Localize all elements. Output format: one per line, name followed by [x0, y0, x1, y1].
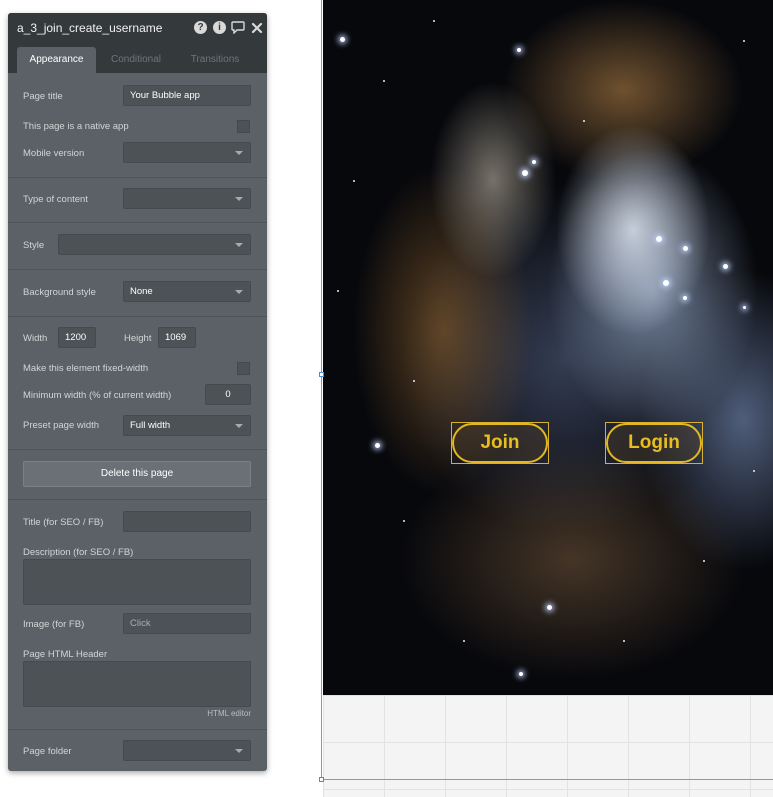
divider [8, 269, 267, 270]
seo-title-input[interactable] [123, 511, 251, 532]
star [583, 120, 585, 122]
type-of-content-label: Type of content [23, 194, 88, 205]
join-button[interactable]: Join [452, 423, 548, 463]
divider [8, 222, 267, 223]
tab-conditional[interactable]: Conditional [98, 47, 174, 73]
min-width-input[interactable]: 0 [205, 384, 251, 405]
fb-image-placeholder: Click [130, 618, 151, 629]
star [683, 246, 688, 251]
seo-description-textarea[interactable] [23, 559, 251, 605]
mobile-version-label: Mobile version [23, 148, 85, 159]
background-style-label: Background style [23, 287, 96, 298]
star [403, 520, 405, 522]
star [413, 380, 415, 382]
star [683, 296, 687, 300]
star [353, 180, 355, 182]
width-label: Width [23, 333, 48, 344]
seo-description-label: Description (for SEO / FB) [23, 547, 134, 558]
panel-title: a_3_join_create_username [17, 21, 163, 35]
fixed-width-label: Make this element fixed-width [23, 363, 149, 374]
star [753, 470, 755, 472]
height-label: Height [124, 333, 152, 344]
background-style-value: None [130, 286, 153, 297]
preset-width-dropdown[interactable]: Full width [123, 415, 251, 436]
star [383, 80, 385, 82]
star [463, 640, 465, 642]
comment-icon[interactable] [231, 20, 245, 35]
style-label: Style [23, 240, 45, 251]
star [547, 605, 552, 610]
fb-image-label: Image (for FB) [23, 619, 85, 630]
star [723, 264, 728, 269]
html-editor-link[interactable]: HTML editor [207, 709, 251, 718]
tab-transitions[interactable]: Transitions [176, 47, 254, 73]
page-folder-dropdown[interactable] [123, 740, 251, 761]
page-property-editor: a_3_join_create_username ? i Appearance … [8, 13, 267, 771]
star [623, 640, 625, 642]
html-header-textarea[interactable] [23, 661, 251, 707]
resize-handle-left[interactable] [319, 372, 324, 377]
star [517, 48, 521, 52]
divider [8, 729, 267, 730]
fb-image-uploader[interactable]: Click [123, 613, 251, 634]
seo-title-label: Title (for SEO / FB) [23, 517, 104, 528]
star [532, 160, 536, 164]
native-app-checkbox[interactable] [237, 120, 250, 133]
mobile-version-dropdown[interactable] [123, 142, 251, 163]
chevron-down-icon [235, 197, 243, 201]
page-title-label: Page title [23, 91, 63, 102]
background-style-dropdown[interactable]: None [123, 281, 251, 302]
tab-appearance[interactable]: Appearance [17, 47, 96, 73]
page-background-image: Join Login [323, 0, 773, 695]
resize-handle-bottom-left[interactable] [319, 777, 324, 782]
native-app-label: This page is a native app [23, 121, 129, 132]
chevron-down-icon [235, 749, 243, 753]
page-title-input[interactable]: Your Bubble app [123, 85, 251, 106]
close-icon[interactable] [251, 21, 263, 34]
star [663, 280, 669, 286]
divider [8, 499, 267, 500]
star [743, 306, 746, 309]
star [656, 236, 662, 242]
chevron-down-icon [235, 290, 243, 294]
help-icon[interactable]: ? [194, 21, 207, 34]
star [519, 672, 523, 676]
preset-width-value: Full width [130, 420, 171, 431]
height-input[interactable]: 1069 [158, 327, 196, 348]
star [522, 170, 528, 176]
canvas-grid [323, 695, 773, 797]
fixed-width-checkbox[interactable] [237, 362, 250, 375]
chevron-down-icon [235, 151, 243, 155]
divider [8, 449, 267, 450]
preset-width-label: Preset page width [23, 420, 100, 431]
star [340, 37, 345, 42]
divider [8, 316, 267, 317]
type-of-content-dropdown[interactable] [123, 188, 251, 209]
page-boundary-left [321, 0, 322, 780]
star [743, 40, 745, 42]
login-button[interactable]: Login [606, 423, 702, 463]
chevron-down-icon [235, 243, 243, 247]
panel-header: a_3_join_create_username ? i [8, 13, 267, 45]
style-dropdown[interactable] [58, 234, 251, 255]
divider [8, 177, 267, 178]
min-width-label: Minimum width (% of current width) [23, 390, 172, 401]
html-header-label: Page HTML Header [23, 649, 108, 660]
star [433, 20, 435, 22]
delete-page-button[interactable]: Delete this page [23, 461, 251, 487]
star [337, 290, 339, 292]
info-icon[interactable]: i [213, 21, 226, 34]
page-boundary-bottom [321, 779, 773, 780]
page-folder-label: Page folder [23, 746, 72, 757]
star [375, 443, 380, 448]
chevron-down-icon [235, 424, 243, 428]
width-input[interactable]: 1200 [58, 327, 96, 348]
star [703, 560, 705, 562]
